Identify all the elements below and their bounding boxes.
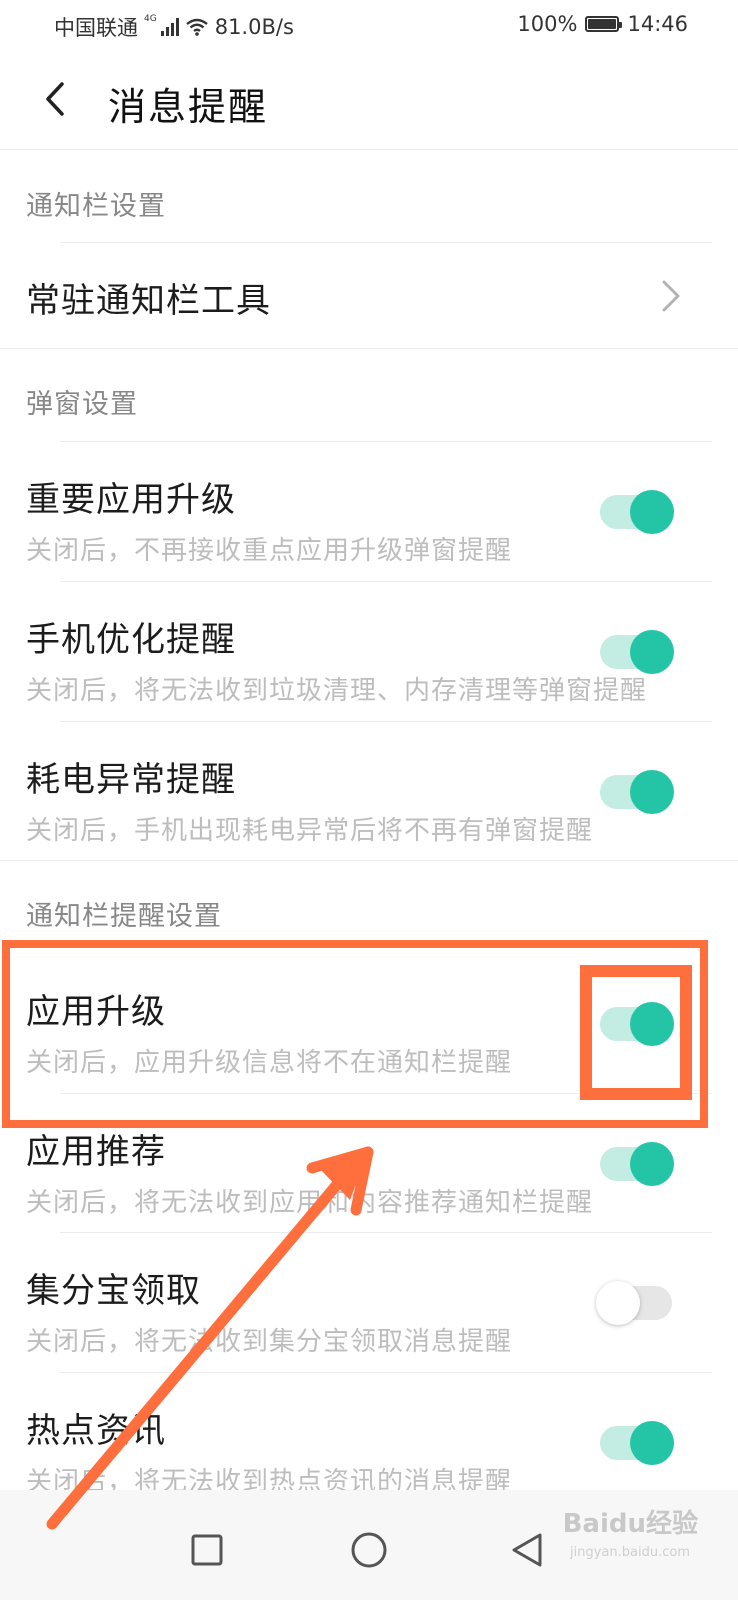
row-hot-news: 热点资讯 关闭后，将无法收到热点资讯的消息提醒 — [0, 1373, 738, 1497]
header-divider — [0, 149, 738, 150]
row-subtitle: 关闭后，将无法收到应用和内容推荐通知栏提醒 — [26, 1188, 594, 1218]
row-title: 常驻通知栏工具 — [26, 281, 271, 321]
toggle-phone-optimization[interactable] — [600, 630, 674, 674]
toggle-power-anomaly[interactable] — [600, 770, 674, 814]
watermark: Baidu经验 — [562, 1509, 698, 1539]
row-subtitle: 关闭后，将无法收到集分宝领取消息提醒 — [26, 1327, 513, 1357]
row-phone-optimization: 手机优化提醒 关闭后，将无法收到垃圾清理、内存清理等弹窗提醒 — [0, 582, 738, 722]
battery-icon — [585, 16, 623, 32]
status-left: 中国联通 4G 81.0B/s — [54, 12, 294, 42]
chevron-right-icon — [662, 280, 680, 312]
row-persistent-notification-tool[interactable]: 常驻通知栏工具 — [0, 243, 738, 348]
battery-percent: 100% — [517, 12, 578, 36]
row-subtitle: 关闭后，手机出现耗电异常后将不再有弹窗提醒 — [26, 816, 594, 846]
section-title-notification-reminder: 通知栏提醒设置 — [26, 901, 222, 932]
section-divider — [0, 860, 738, 861]
header: 消息提醒 — [0, 50, 738, 150]
section-divider — [0, 348, 738, 349]
triangle-back-icon — [512, 1533, 542, 1567]
home-button[interactable] — [339, 1520, 399, 1580]
square-recents-icon — [191, 1534, 223, 1566]
signal-icon — [160, 18, 179, 36]
circle-home-icon — [351, 1532, 387, 1568]
section-title-popup: 弹窗设置 — [26, 389, 138, 420]
row-title: 应用升级 — [26, 992, 166, 1032]
status-right: 100% 14:46 — [517, 12, 688, 36]
row-app-recommend: 应用推荐 关闭后，将无法收到应用和内容推荐通知栏提醒 — [0, 1094, 738, 1232]
network-type: 4G — [144, 14, 157, 24]
toggle-app-recommend[interactable] — [600, 1142, 674, 1186]
row-title: 耗电异常提醒 — [26, 760, 236, 800]
back-chevron-icon — [46, 82, 64, 116]
watermark-sub: jingyan.baidu.com — [570, 1545, 690, 1560]
row-subtitle: 关闭后，将无法收到垃圾清理、内存清理等弹窗提醒 — [26, 676, 648, 706]
row-title: 集分宝领取 — [26, 1271, 201, 1311]
toggle-jifenbao[interactable] — [596, 1281, 672, 1325]
back-button[interactable] — [30, 74, 80, 124]
network-speed: 81.0B/s — [214, 15, 294, 39]
toggle-important-app-upgrade[interactable] — [600, 490, 674, 534]
row-important-app-upgrade: 重要应用升级 关闭后，不再接收重点应用升级弹窗提醒 — [0, 442, 738, 582]
back-nav-button[interactable] — [497, 1520, 557, 1580]
section-title-notification-bar: 通知栏设置 — [26, 191, 166, 222]
recents-button[interactable] — [177, 1520, 237, 1580]
row-subtitle: 关闭后，不再接收重点应用升级弹窗提醒 — [26, 536, 513, 566]
toggle-app-upgrade[interactable] — [600, 1002, 674, 1046]
row-power-anomaly: 耗电异常提醒 关闭后，手机出现耗电异常后将不再有弹窗提醒 — [0, 722, 738, 860]
status-bar: 中国联通 4G 81.0B/s 100% 14:46 — [0, 0, 738, 50]
row-title: 重要应用升级 — [26, 480, 236, 520]
row-title: 热点资讯 — [26, 1411, 166, 1451]
clock: 14:46 — [627, 12, 688, 36]
page-title: 消息提醒 — [108, 85, 269, 129]
toggle-hot-news[interactable] — [600, 1421, 674, 1465]
row-jifenbao: 集分宝领取 关闭后，将无法收到集分宝领取消息提醒 — [0, 1233, 738, 1373]
row-title: 应用推荐 — [26, 1132, 166, 1172]
wifi-icon — [185, 18, 208, 36]
row-app-upgrade: 应用升级 关闭后，应用升级信息将不在通知栏提醒 — [0, 954, 738, 1094]
carrier-name: 中国联通 — [54, 16, 138, 40]
row-subtitle: 关闭后，应用升级信息将不在通知栏提醒 — [26, 1048, 513, 1078]
row-title: 手机优化提醒 — [26, 620, 236, 660]
